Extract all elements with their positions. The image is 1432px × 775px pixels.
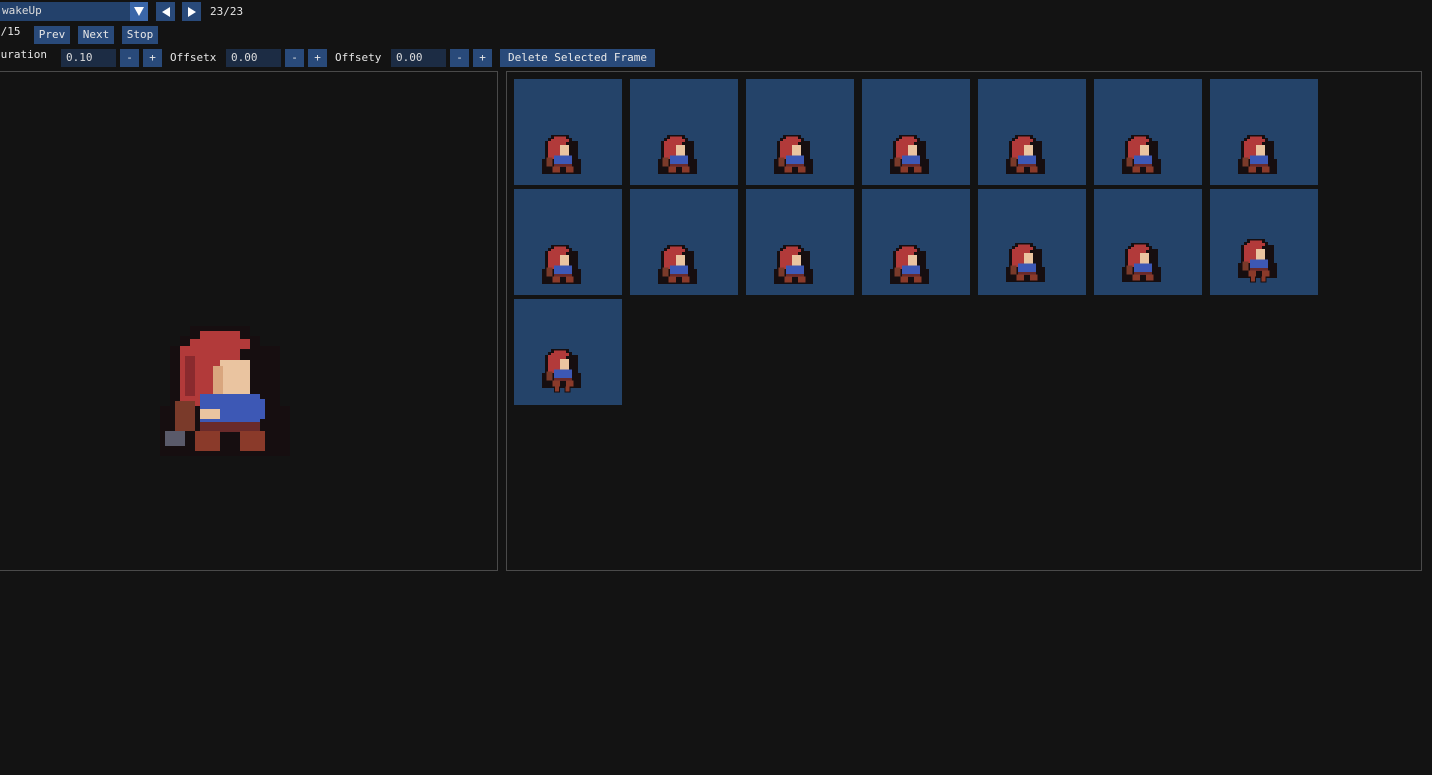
character-sprite [890, 245, 929, 284]
previous-animation-button[interactable] [156, 2, 175, 21]
animation-select[interactable]: wakeUp [0, 2, 148, 21]
animation-counter: 23/23 [210, 5, 244, 18]
animation-select-value: wakeUp [2, 4, 42, 17]
chevron-down-icon [134, 7, 144, 16]
animation-dropdown-button[interactable] [130, 2, 148, 21]
frames-grid [514, 79, 1334, 419]
frame-thumbnail[interactable] [862, 189, 970, 295]
frame-thumbnail[interactable] [746, 189, 854, 295]
frames-panel [506, 71, 1422, 571]
character-preview-sprite [160, 326, 290, 456]
triangle-right-icon [187, 6, 196, 17]
character-sprite [1006, 243, 1045, 282]
frame-thumbnail[interactable] [514, 299, 622, 405]
character-sprite [1122, 243, 1161, 282]
offsetx-decrement-button[interactable]: - [285, 49, 304, 67]
offsety-increment-button[interactable]: + [473, 49, 492, 67]
character-sprite [1122, 135, 1161, 174]
character-sprite [1238, 239, 1277, 283]
offsety-input[interactable]: 0.00 [391, 49, 446, 67]
frame-thumbnail[interactable] [862, 79, 970, 185]
offsetx-input[interactable]: 0.00 [226, 49, 281, 67]
duration-label: Duration [0, 48, 47, 61]
next-animation-button[interactable] [182, 2, 201, 21]
frame-thumbnail[interactable] [630, 189, 738, 295]
duration-increment-button[interactable]: + [143, 49, 162, 67]
character-sprite [658, 245, 697, 284]
frame-thumbnail[interactable] [746, 79, 854, 185]
frame-thumbnail[interactable] [1094, 189, 1202, 295]
triangle-left-icon [161, 6, 170, 17]
frame-thumbnail[interactable] [1210, 189, 1318, 295]
character-sprite [1238, 135, 1277, 174]
frame-thumbnail[interactable] [978, 79, 1086, 185]
character-sprite [774, 135, 813, 174]
frame-counter: 8/15 [0, 25, 21, 38]
frame-thumbnail[interactable] [630, 79, 738, 185]
offsety-decrement-button[interactable]: - [450, 49, 469, 67]
character-sprite [890, 135, 929, 174]
duration-decrement-button[interactable]: - [120, 49, 139, 67]
frame-thumbnail[interactable] [514, 189, 622, 295]
character-sprite [1006, 135, 1045, 174]
character-sprite [658, 135, 697, 174]
next-frame-button[interactable]: Next [78, 26, 114, 44]
offsetx-increment-button[interactable]: + [308, 49, 327, 67]
duration-input[interactable]: 0.10 [61, 49, 116, 67]
frame-thumbnail[interactable] [1210, 79, 1318, 185]
preview-panel [0, 71, 498, 571]
delete-selected-frame-button[interactable]: Delete Selected Frame [500, 49, 655, 67]
character-sprite [542, 135, 581, 174]
offsety-label: Offsety [335, 51, 382, 64]
stop-button[interactable]: Stop [122, 26, 158, 44]
frame-thumbnail[interactable] [978, 189, 1086, 295]
offsetx-label: Offsetx [170, 51, 217, 64]
prev-frame-button[interactable]: Prev [34, 26, 70, 44]
frame-thumbnail[interactable] [514, 79, 622, 185]
character-sprite [774, 245, 813, 284]
character-sprite [542, 245, 581, 284]
frame-thumbnail[interactable] [1094, 79, 1202, 185]
character-sprite [542, 349, 581, 393]
